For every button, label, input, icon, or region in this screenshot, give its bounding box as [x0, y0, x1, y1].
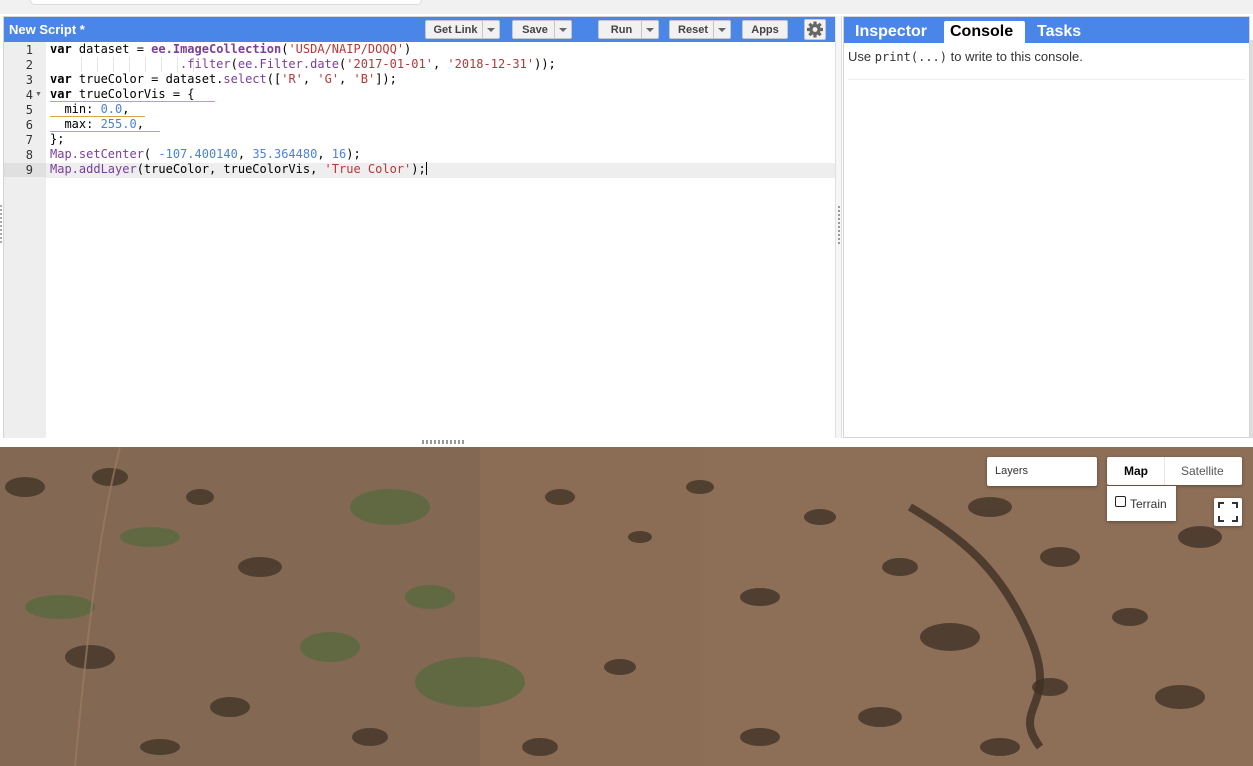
- line-number: 4: [25, 88, 33, 102]
- map-type-control: Map Satellite: [1107, 457, 1242, 485]
- reset-label: Reset: [678, 24, 708, 36]
- line-number-active: 9: [4, 163, 46, 177]
- code-line-9[interactable]: Map.addLayer(trueColor, trueColorVis, 'T…: [50, 162, 834, 177]
- apps-button[interactable]: Apps: [742, 20, 788, 39]
- top-bar-fragment: [30, 0, 422, 5]
- fold-arrow-icon[interactable]: ▼: [35, 91, 42, 98]
- line-number: 2: [25, 58, 33, 72]
- line-number: 5: [25, 103, 33, 117]
- console-hint-prefix: Use: [848, 49, 872, 64]
- line-number: 1: [25, 43, 33, 57]
- tab-tasks[interactable]: Tasks: [1031, 21, 1091, 43]
- horizontal-splitter[interactable]: [0, 438, 1253, 447]
- reset-dropdown-icon[interactable]: [713, 21, 730, 38]
- code-line-2[interactable]: .filter(ee.Filter.date('2017-01-01', '20…: [50, 57, 834, 72]
- map-canvas[interactable]: [0, 447, 1253, 766]
- save-button[interactable]: Save: [512, 20, 572, 39]
- map-type-satellite-button[interactable]: Satellite: [1165, 457, 1242, 485]
- map-type-satellite-label: Satellite: [1181, 464, 1224, 478]
- get-link-button[interactable]: Get Link: [425, 20, 500, 39]
- run-label: Run: [610, 24, 633, 36]
- layers-label: Layers: [995, 465, 1029, 477]
- code-line-7[interactable]: };: [50, 132, 834, 147]
- tab-inspector-label: Inspector: [855, 23, 928, 40]
- map-type-map-label: Map: [1124, 464, 1148, 478]
- lint-warning-underline: [50, 116, 145, 117]
- tab-inspector[interactable]: Inspector: [849, 21, 941, 43]
- line-number: 3: [25, 73, 33, 87]
- layers-control[interactable]: Layers: [987, 457, 1097, 486]
- editor-toolbar: New Script * Get Link Save Run Reset App…: [4, 17, 836, 42]
- console-divider: [848, 79, 1245, 80]
- get-link-label: Get Link: [433, 24, 478, 36]
- settings-button[interactable]: [804, 19, 826, 40]
- right-panel-tabs: Inspector Console Tasks: [844, 17, 1249, 43]
- tab-console-label: Console: [950, 23, 1014, 40]
- script-title: New Script *: [9, 22, 85, 37]
- lint-warning-underline: [50, 131, 160, 132]
- code-line-6[interactable]: max: 255.0,: [50, 117, 834, 132]
- fullscreen-icon: [1218, 502, 1238, 522]
- gear-icon: [807, 21, 823, 38]
- browser-top-strip: [0, 0, 1253, 14]
- text-caret: [425, 162, 427, 175]
- line-number: 8: [25, 148, 33, 162]
- save-dropdown-icon[interactable]: [554, 21, 571, 38]
- code-line-5[interactable]: min: 0.0,: [50, 102, 834, 117]
- line-number-gutter: 1 2 3 4 ▼ 5 6 7 8 9: [4, 42, 46, 439]
- line-number: 6: [25, 118, 33, 132]
- code-line-8[interactable]: Map.setCenter( -107.400140, 35.364480, 1…: [50, 147, 834, 162]
- run-dropdown-icon[interactable]: [641, 21, 658, 38]
- apps-label: Apps: [751, 24, 779, 36]
- map-type-map-button[interactable]: Map: [1107, 457, 1165, 485]
- tab-console[interactable]: Console: [944, 21, 1025, 43]
- splitter-grip-icon: [838, 206, 840, 246]
- vertical-splitter[interactable]: [835, 16, 842, 438]
- left-edge-grip[interactable]: [0, 205, 2, 245]
- save-label: Save: [522, 24, 548, 36]
- code-line-3[interactable]: var trueColor = dataset.select(['R', 'G'…: [50, 72, 834, 87]
- tab-tasks-label: Tasks: [1037, 23, 1082, 40]
- terrain-label: Terrain: [1130, 497, 1167, 511]
- right-panel: Inspector Console Tasks Use print(...) t…: [843, 16, 1250, 438]
- console-hint-suffix: to write to this console.: [950, 49, 1083, 64]
- terrain-checkbox[interactable]: [1115, 496, 1126, 507]
- reset-button[interactable]: Reset: [669, 20, 731, 39]
- terrain-option[interactable]: Terrain: [1107, 486, 1176, 521]
- console-hint: Use print(...) to write to this console.: [848, 49, 1083, 64]
- console-hint-code: print(...): [874, 50, 947, 64]
- satellite-imagery: [0, 447, 1253, 766]
- get-link-dropdown-icon[interactable]: [482, 21, 499, 38]
- code-editor-panel: New Script * Get Link Save Run Reset App…: [3, 16, 837, 440]
- fullscreen-button[interactable]: [1214, 498, 1242, 526]
- line-number: 7: [25, 133, 33, 147]
- code-line-1[interactable]: var dataset = ee.ImageCollection('USDA/N…: [50, 42, 834, 57]
- splitter-grip-icon: [422, 440, 464, 444]
- run-button[interactable]: Run: [598, 20, 659, 39]
- lint-warning-underline: [50, 101, 215, 102]
- code-line-4[interactable]: var trueColorVis = {: [50, 87, 834, 102]
